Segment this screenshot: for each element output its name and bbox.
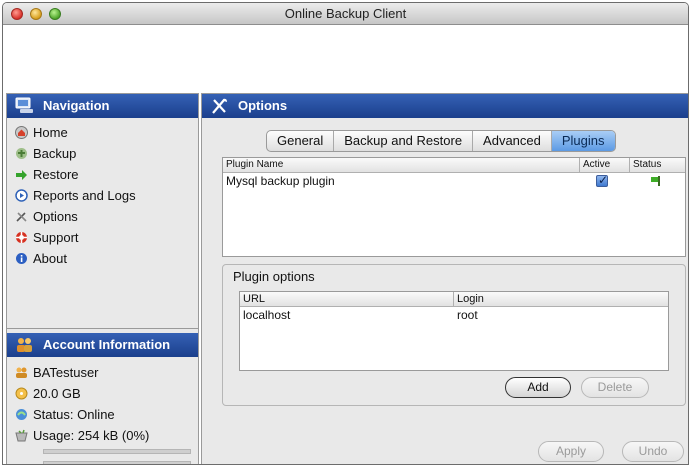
tab-plugins[interactable]: Plugins xyxy=(551,131,615,151)
pane-divider xyxy=(7,328,198,329)
account-information-list: BATestuser 20.0 GB Status: Online Usage:… xyxy=(15,362,149,446)
user-icon xyxy=(16,367,27,378)
options-title: Options xyxy=(238,98,288,113)
nav-label-reports-and-logs: Reports and Logs xyxy=(33,188,136,203)
column-active[interactable]: Active xyxy=(580,158,630,172)
plugin-table-header: Plugin Name Active Status xyxy=(223,158,685,173)
account-usage-label: Usage: 254 kB (0%) xyxy=(33,428,150,443)
options-pane: Options General Backup and Restore Advan… xyxy=(201,93,688,464)
title-bar[interactable]: Online Backup Client xyxy=(3,3,688,25)
nav-label-support: Support xyxy=(33,230,79,245)
nav-item-options[interactable]: Options xyxy=(15,206,198,227)
plugin-options-legend: Plugin options xyxy=(231,269,317,284)
column-plugin-name[interactable]: Plugin Name xyxy=(223,158,580,172)
users-icon xyxy=(17,338,32,352)
plugin-table: Plugin Name Active Status Mysql backup p… xyxy=(222,157,686,257)
tab-general[interactable]: General xyxy=(267,131,335,151)
column-status[interactable]: Status xyxy=(630,158,685,172)
app-window: Online Backup Client Navigation Home Bac… xyxy=(2,2,689,465)
login-cell: root xyxy=(457,308,478,322)
column-login[interactable]: Login xyxy=(454,292,668,306)
options-icon xyxy=(16,212,27,222)
table-row[interactable]: localhost root xyxy=(240,307,668,324)
zoom-window-button[interactable] xyxy=(49,8,61,20)
nav-label-backup: Backup xyxy=(33,146,77,161)
undo-button[interactable]: Undo xyxy=(622,441,684,462)
plugin-active-cell xyxy=(580,172,630,190)
options-header: Options xyxy=(202,94,688,118)
nav-item-home[interactable]: Home xyxy=(15,122,198,143)
delete-button[interactable]: Delete xyxy=(581,377,649,398)
navigation-header: Navigation xyxy=(7,94,198,118)
tools-icon xyxy=(212,98,227,114)
left-pane: Navigation Home Backup Restore Reports a… xyxy=(6,93,199,464)
account-quota: 20.0 GB xyxy=(15,383,149,404)
status-icon xyxy=(16,409,27,420)
tab-backup-and-restore[interactable]: Backup and Restore xyxy=(334,131,474,151)
account-usage: Usage: 254 kB (0%) xyxy=(15,425,149,446)
account-status-label: Status: Online xyxy=(33,407,115,422)
plugin-status-cell xyxy=(630,173,685,190)
nav-item-about[interactable]: About xyxy=(15,248,198,269)
backup-icon xyxy=(16,148,27,159)
table-row[interactable]: Mysql backup plugin xyxy=(223,172,685,190)
storage-icon xyxy=(15,387,28,400)
add-button[interactable]: Add xyxy=(505,377,571,398)
plugin-active-checkbox[interactable] xyxy=(596,172,608,189)
url-cell: localhost xyxy=(243,308,291,322)
nav-item-restore[interactable]: Restore xyxy=(15,164,198,185)
nav-label-restore: Restore xyxy=(33,167,79,182)
reports-icon xyxy=(15,189,28,202)
navigation-title: Navigation xyxy=(43,98,110,113)
apply-button[interactable]: Apply xyxy=(538,441,604,462)
minimize-window-button[interactable] xyxy=(30,8,42,20)
navigation-icon xyxy=(15,97,33,113)
nav-item-support[interactable]: Support xyxy=(15,227,198,248)
account-status: Status: Online xyxy=(15,404,149,425)
nav-label-home: Home xyxy=(33,125,68,140)
usage-progress-bar xyxy=(43,449,191,454)
close-window-button[interactable] xyxy=(11,8,23,20)
account-quota-label: 20.0 GB xyxy=(33,386,81,401)
status-flag-icon xyxy=(651,176,660,186)
tab-advanced[interactable]: Advanced xyxy=(473,131,552,151)
about-icon xyxy=(16,253,27,264)
nav-item-reports-and-logs[interactable]: Reports and Logs xyxy=(15,185,198,206)
usage-icon xyxy=(15,429,28,442)
column-url[interactable]: URL xyxy=(240,292,454,306)
toolbar-area xyxy=(3,26,688,92)
account-user: BATestuser xyxy=(15,362,149,383)
restore-icon xyxy=(16,170,27,180)
plugin-options-group: Plugin options URL Login localhost root … xyxy=(222,264,686,406)
nav-label-options: Options xyxy=(33,209,78,224)
nav-item-backup[interactable]: Backup xyxy=(15,143,198,164)
account-user-label: BATestuser xyxy=(33,365,99,380)
plugin-options-table: URL Login localhost root xyxy=(239,291,669,371)
plugin-options-table-header: URL Login xyxy=(240,292,668,307)
window-title: Online Backup Client xyxy=(284,6,407,21)
home-icon xyxy=(15,126,28,139)
support-icon xyxy=(16,232,27,243)
account-information-title: Account Information xyxy=(43,337,171,352)
navigation-list: Home Backup Restore Reports and Logs Opt… xyxy=(7,118,198,269)
options-tab-bar: General Backup and Restore Advanced Plug… xyxy=(266,130,616,152)
account-information-header: Account Information xyxy=(7,333,198,357)
plugin-name-cell: Mysql backup plugin xyxy=(226,174,335,188)
usage-progress-track xyxy=(43,461,191,464)
nav-label-about: About xyxy=(33,251,67,266)
